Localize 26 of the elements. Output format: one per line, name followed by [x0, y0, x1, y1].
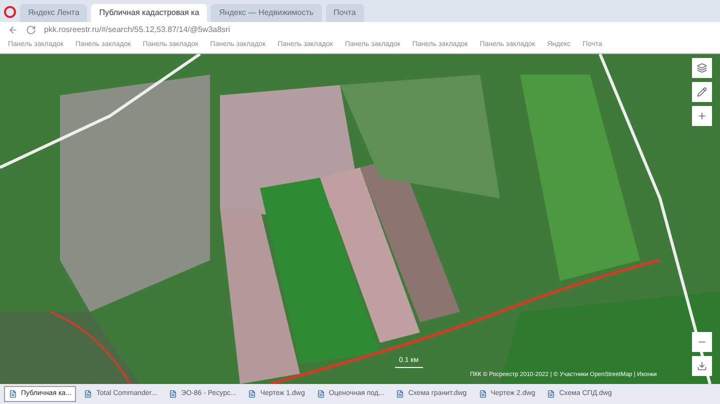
- document-icon: [9, 390, 17, 398]
- document-icon: [169, 390, 178, 398]
- browser-tab[interactable]: Почта: [326, 4, 364, 22]
- document-icon: [396, 390, 404, 398]
- plus-icon: [697, 110, 707, 120]
- document-icon: [84, 390, 92, 398]
- pencil-icon: [697, 86, 707, 96]
- reload-icon[interactable]: [26, 25, 36, 35]
- layers-icon: [697, 62, 707, 72]
- browser-tab[interactable]: Яндекс Лента: [20, 4, 88, 22]
- zoom-out-button[interactable]: [692, 332, 712, 352]
- edit-button[interactable]: [692, 82, 712, 102]
- browser-logo-icon: [4, 6, 16, 18]
- back-icon[interactable]: [8, 25, 18, 35]
- browser-tab[interactable]: Яндекс — Недвижимость: [211, 4, 322, 22]
- download-button[interactable]: [692, 356, 712, 376]
- document-icon: [547, 390, 556, 398]
- browser-tab[interactable]: Публичная кадастровая ка: [91, 4, 208, 22]
- zoom-in-button[interactable]: [692, 106, 712, 126]
- document-icon: [478, 390, 487, 398]
- address-field[interactable]: pkk.rosreestr.ru/#/search/55.12,53.87/14/@5w3a8sri: [44, 24, 230, 36]
- layers-button[interactable]: [692, 58, 712, 78]
- document-icon: [248, 390, 256, 398]
- document-icon: [316, 390, 325, 398]
- satellite-map-drawing[interactable]: [0, 54, 720, 384]
- download-icon: [697, 360, 707, 370]
